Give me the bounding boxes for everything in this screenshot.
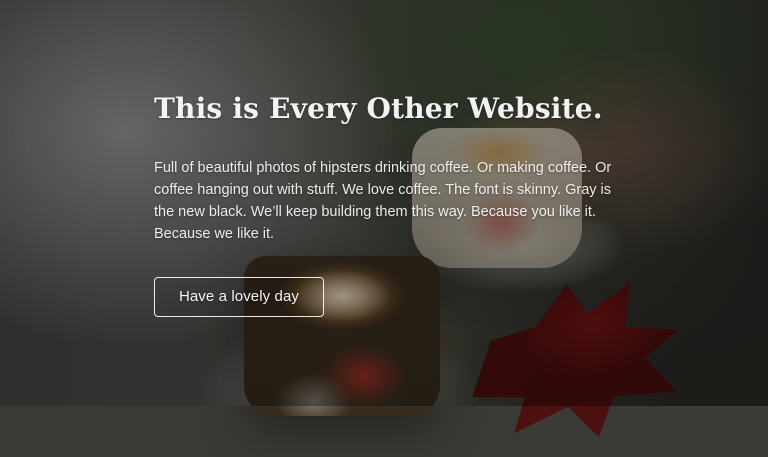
hero-title: This is Every Other Website. xyxy=(154,92,603,125)
hero-paragraph: Full of beautiful photos of hipsters dri… xyxy=(154,159,612,242)
have-a-lovely-day-button[interactable]: Have a lovely day xyxy=(154,276,324,317)
hero-content: This is Every Other Website. Full of bea… xyxy=(154,92,614,317)
